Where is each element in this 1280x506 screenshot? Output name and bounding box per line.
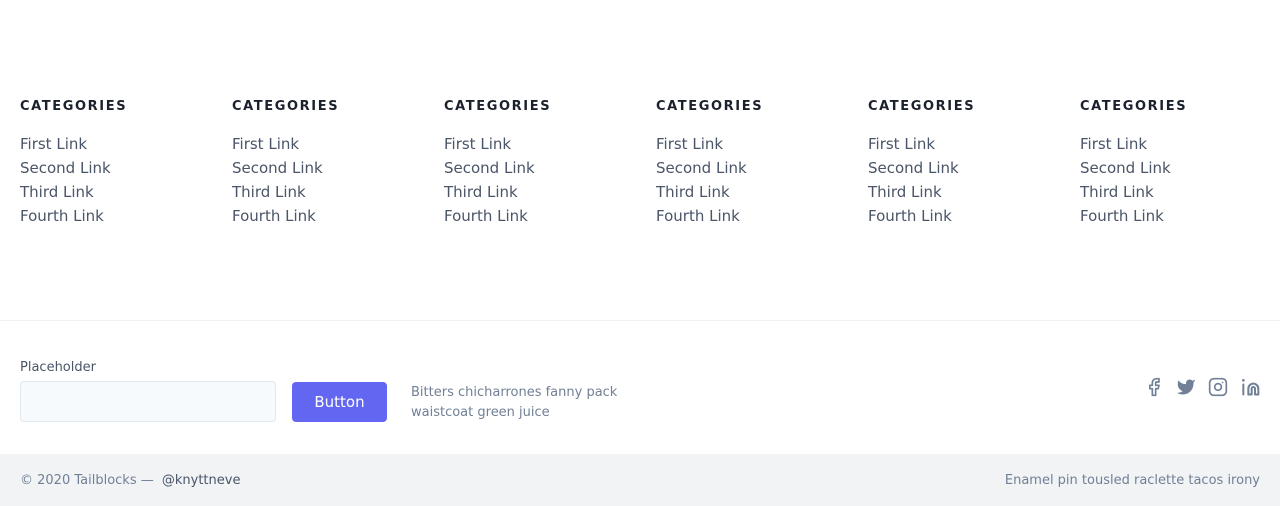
list-item: Third Link: [444, 180, 644, 204]
third-link[interactable]: Third Link: [656, 183, 730, 201]
footer-links-section: CATEGORIES First Link Second Link Third …: [0, 0, 1280, 320]
list-item: Second Link: [868, 156, 1068, 180]
list-item: First Link: [868, 132, 1068, 156]
copyright-text: © 2020 Tailblocks — @knyttneve: [20, 473, 240, 489]
facebook-icon[interactable]: [1144, 377, 1164, 397]
copyright-label: © 2020 Tailblocks —: [20, 473, 154, 488]
link-column: CATEGORIES First Link Second Link Third …: [656, 99, 856, 228]
twitter-icon[interactable]: [1176, 377, 1196, 397]
list-item: First Link: [656, 132, 856, 156]
list-item: First Link: [232, 132, 432, 156]
column-title: CATEGORIES: [656, 99, 764, 114]
second-link[interactable]: Second Link: [444, 159, 535, 177]
link-column: CATEGORIES First Link Second Link Third …: [868, 99, 1068, 228]
list-item: Third Link: [656, 180, 856, 204]
list-item: Second Link: [20, 156, 220, 180]
list-item: Fourth Link: [1080, 204, 1280, 228]
third-link[interactable]: Third Link: [232, 183, 306, 201]
author-handle-link[interactable]: @knyttneve: [162, 473, 241, 488]
first-link[interactable]: First Link: [656, 135, 723, 153]
list-item: Fourth Link: [232, 204, 432, 228]
subscribe-button[interactable]: Button: [292, 382, 387, 422]
list-item: Fourth Link: [20, 204, 220, 228]
second-link[interactable]: Second Link: [1080, 159, 1171, 177]
fourth-link[interactable]: Fourth Link: [444, 207, 528, 225]
fourth-link[interactable]: Fourth Link: [232, 207, 316, 225]
subscribe-section: Placeholder Button Bitters chicharrones …: [0, 321, 1280, 454]
column-title: CATEGORIES: [444, 99, 552, 114]
footer-tagline: Enamel pin tousled raclette tacos irony: [1004, 473, 1260, 488]
column-title: CATEGORIES: [868, 99, 976, 114]
second-link[interactable]: Second Link: [868, 159, 959, 177]
subscribe-input[interactable]: [20, 381, 276, 422]
list-item: Fourth Link: [656, 204, 856, 228]
column-title: CATEGORIES: [20, 99, 128, 114]
link-column: CATEGORIES First Link Second Link Third …: [232, 99, 432, 228]
list-item: Second Link: [656, 156, 856, 180]
first-link[interactable]: First Link: [20, 135, 87, 153]
link-column: CATEGORIES First Link Second Link Third …: [20, 99, 220, 228]
list-item: Second Link: [1080, 156, 1280, 180]
instagram-icon[interactable]: [1208, 377, 1228, 397]
social-links: [1144, 377, 1260, 397]
first-link[interactable]: First Link: [444, 135, 511, 153]
list-item: Third Link: [868, 180, 1068, 204]
first-link[interactable]: First Link: [232, 135, 299, 153]
fourth-link[interactable]: Fourth Link: [656, 207, 740, 225]
list-item: First Link: [1080, 132, 1280, 156]
list-item: Third Link: [20, 180, 220, 204]
list-item: Second Link: [444, 156, 644, 180]
link-list: First Link Second Link Third Link Fourth…: [444, 132, 644, 228]
fourth-link[interactable]: Fourth Link: [1080, 207, 1164, 225]
third-link[interactable]: Third Link: [868, 183, 942, 201]
linkedin-icon[interactable]: [1240, 377, 1260, 397]
link-column: CATEGORIES First Link Second Link Third …: [1080, 99, 1280, 228]
list-item: Fourth Link: [868, 204, 1068, 228]
first-link[interactable]: First Link: [1080, 135, 1147, 153]
second-link[interactable]: Second Link: [656, 159, 747, 177]
link-list: First Link Second Link Third Link Fourth…: [1080, 132, 1280, 228]
link-column: CATEGORIES First Link Second Link Third …: [444, 99, 644, 228]
third-link[interactable]: Third Link: [444, 183, 518, 201]
second-link[interactable]: Second Link: [20, 159, 111, 177]
link-list: First Link Second Link Third Link Fourth…: [868, 132, 1068, 228]
link-list: First Link Second Link Third Link Fourth…: [20, 132, 220, 228]
fourth-link[interactable]: Fourth Link: [868, 207, 952, 225]
link-list: First Link Second Link Third Link Fourth…: [232, 132, 432, 228]
list-item: First Link: [444, 132, 644, 156]
link-list: First Link Second Link Third Link Fourth…: [656, 132, 856, 228]
second-link[interactable]: Second Link: [232, 159, 323, 177]
list-item: Third Link: [232, 180, 432, 204]
footer-bar: © 2020 Tailblocks — @knyttneve Enamel pi…: [0, 454, 1280, 506]
list-item: First Link: [20, 132, 220, 156]
column-title: CATEGORIES: [232, 99, 340, 114]
list-item: Fourth Link: [444, 204, 644, 228]
column-title: CATEGORIES: [1080, 99, 1188, 114]
list-item: Second Link: [232, 156, 432, 180]
third-link[interactable]: Third Link: [20, 183, 94, 201]
subscribe-blurb: Bitters chicharrones fanny pack waistcoa…: [411, 385, 618, 420]
first-link[interactable]: First Link: [868, 135, 935, 153]
list-item: Third Link: [1080, 180, 1280, 204]
third-link[interactable]: Third Link: [1080, 183, 1154, 201]
fourth-link[interactable]: Fourth Link: [20, 207, 104, 225]
input-label: Placeholder: [20, 360, 96, 375]
